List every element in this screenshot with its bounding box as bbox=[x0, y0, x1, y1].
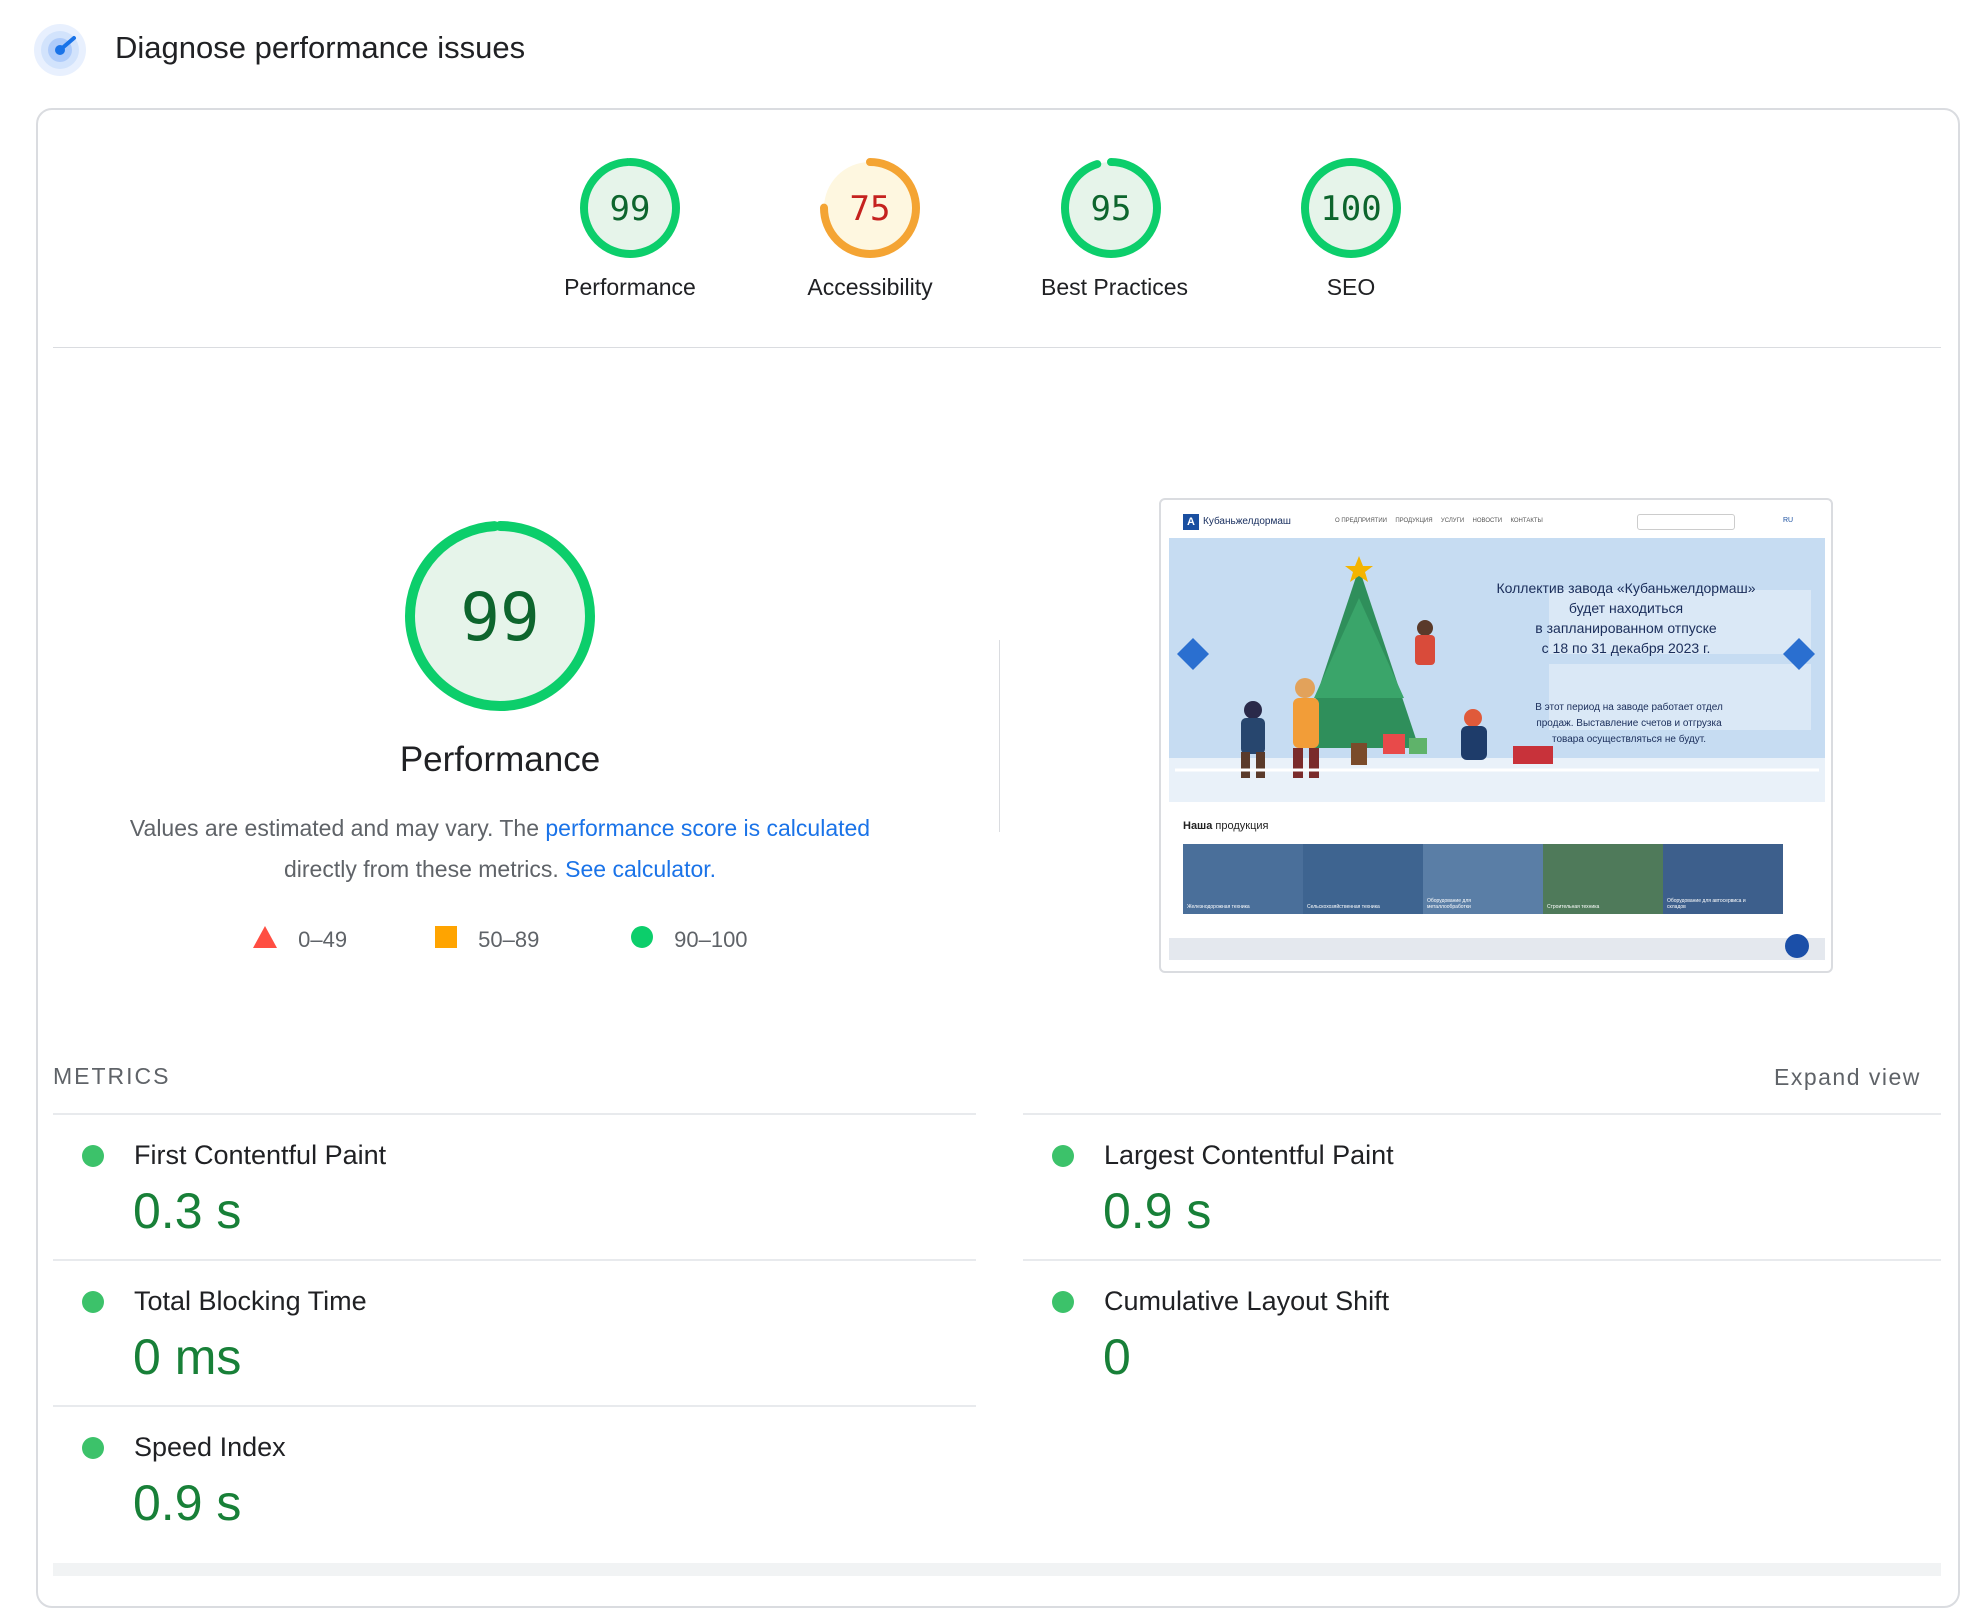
product-tile: Строительная техника bbox=[1543, 844, 1663, 914]
site-banner: Коллектив завода «Кубаньжелдормаш» будет… bbox=[1169, 538, 1825, 802]
products-strip: Железнодорожная техника Сельскохозяйстве… bbox=[1183, 844, 1783, 914]
score-gauge-accessibility[interactable]: 75 Accessibility bbox=[800, 156, 940, 301]
banner-sub-line: продаж. Выставление счетов и отгрузка bbox=[1536, 718, 1722, 729]
circle-icon bbox=[630, 925, 654, 955]
products-heading-rest: продукция bbox=[1212, 820, 1269, 832]
metric-divider bbox=[53, 1113, 976, 1115]
legend-fail: 0–49 bbox=[252, 925, 347, 955]
banner-line: будет находиться bbox=[1568, 600, 1684, 616]
description-text: Values are estimated and may vary. The bbox=[129, 815, 546, 841]
banner-subtext: В этот период на заводе работает отдел п… bbox=[1459, 700, 1799, 748]
banner-line: с 18 по 31 декабря 2023 г. bbox=[1541, 640, 1711, 656]
metric-label-tbt: Total Blocking Time bbox=[134, 1286, 367, 1316]
site-nav-item: О ПРЕДПРИЯТИИ bbox=[1335, 518, 1387, 524]
site-brand: Кубаньжелдормаш bbox=[1203, 516, 1291, 527]
product-tile: Оборудование для автосервиса и складов bbox=[1663, 844, 1783, 914]
score-gauge-seo[interactable]: 100 SEO bbox=[1281, 156, 1421, 301]
pass-circle-icon bbox=[82, 1437, 104, 1459]
products-heading: Наша продукция bbox=[1169, 818, 1825, 838]
banner-sub-line: В этот период на заводе работает отдел bbox=[1535, 702, 1723, 713]
thumbnail-footer bbox=[1169, 934, 1825, 960]
pass-circle-icon bbox=[82, 1145, 104, 1167]
metric-value-speed-index: 0.9 s bbox=[133, 1475, 242, 1531]
pass-circle-icon bbox=[82, 1291, 104, 1313]
see-calculator-link[interactable]: See calculator. bbox=[565, 856, 716, 882]
metric-label-speed-index: Speed Index bbox=[134, 1432, 286, 1462]
score-label: Best Practices bbox=[1041, 274, 1188, 300]
product-tile: Сельскохозяйственная техника bbox=[1303, 844, 1423, 914]
metric-label-lcp: Largest Contentful Paint bbox=[1104, 1140, 1394, 1170]
bottom-bar bbox=[53, 1563, 1941, 1576]
pass-circle-icon bbox=[1052, 1145, 1074, 1167]
score-value: 100 bbox=[1320, 189, 1381, 229]
expand-view-button[interactable]: Expand view bbox=[1774, 1064, 1921, 1091]
product-tile: Оборудование для металлообработки bbox=[1423, 844, 1543, 914]
legend-range: 0–49 bbox=[298, 927, 348, 952]
pass-circle-icon bbox=[1052, 1291, 1074, 1313]
performance-description: Values are estimated and may vary. The p… bbox=[90, 808, 910, 890]
triangle-icon bbox=[252, 925, 278, 955]
site-logo-icon: A bbox=[1183, 514, 1199, 530]
score-calculated-link[interactable]: performance score is calculated bbox=[545, 815, 870, 841]
score-label: Accessibility bbox=[807, 274, 933, 300]
vertical-separator bbox=[999, 640, 1000, 832]
site-lang: RU bbox=[1783, 517, 1794, 524]
page-title: Diagnose performance issues bbox=[115, 30, 526, 65]
performance-heading: Performance bbox=[399, 740, 601, 779]
site-nav-item: НОВОСТИ bbox=[1472, 518, 1503, 524]
site-nav-item: ПРОДУКЦИЯ bbox=[1395, 518, 1433, 524]
metric-value-cls: 0 bbox=[1103, 1329, 1131, 1385]
gauge-ring: 99 bbox=[580, 158, 680, 258]
site-nav-item: КОНТАКТЫ bbox=[1510, 518, 1543, 524]
score-value: 75 bbox=[850, 189, 891, 229]
gauge-ring: 100 bbox=[1301, 158, 1401, 258]
performance-gauge-large: 99 bbox=[400, 516, 600, 716]
banner-sub-line: товара осуществляться не будут. bbox=[1552, 734, 1706, 745]
metric-value-fcp: 0.3 s bbox=[133, 1183, 242, 1239]
score-gauge-best-practices[interactable]: 95 Best Practices bbox=[1041, 156, 1188, 301]
site-nav-item: УСЛУГИ bbox=[1440, 518, 1465, 524]
page-screenshot-thumbnail[interactable]: A Кубаньжелдормаш О ПРЕДПРИЯТИИ ПРОДУКЦИ… bbox=[1159, 498, 1833, 973]
product-tile: Железнодорожная техника bbox=[1183, 844, 1303, 914]
metric-divider bbox=[53, 1259, 976, 1261]
metric-label-fcp: First Contentful Paint bbox=[134, 1140, 387, 1170]
metric-divider bbox=[1023, 1259, 1941, 1261]
site-nav: О ПРЕДПРИЯТИИ ПРОДУКЦИЯ УСЛУГИ НОВОСТИ К… bbox=[1335, 518, 1543, 524]
square-icon bbox=[434, 925, 458, 955]
gauge-ring: 75 bbox=[820, 158, 920, 258]
chat-bubble-icon bbox=[1785, 934, 1809, 958]
metric-divider bbox=[53, 1405, 976, 1407]
site-header: A Кубаньжелдормаш О ПРЕДПРИЯТИИ ПРОДУКЦИ… bbox=[1169, 506, 1825, 538]
site-search-input bbox=[1637, 514, 1735, 530]
legend-range: 90–100 bbox=[674, 927, 748, 952]
legend-pass: 90–100 bbox=[630, 925, 748, 955]
banner-line: в запланированном отпуске bbox=[1535, 620, 1717, 636]
metrics-title: METRICS bbox=[53, 1063, 171, 1089]
legend-range: 50–89 bbox=[478, 927, 540, 952]
gauge-ring: 95 bbox=[1061, 158, 1161, 258]
legend-average: 50–89 bbox=[434, 925, 539, 955]
performance-score: 99 bbox=[460, 579, 539, 656]
metric-label-cls: Cumulative Layout Shift bbox=[1104, 1286, 1390, 1316]
score-value: 99 bbox=[610, 189, 651, 229]
section-divider bbox=[53, 347, 1941, 348]
lighthouse-gauge-icon bbox=[34, 24, 86, 76]
metric-divider bbox=[1023, 1113, 1941, 1115]
description-text-2: directly from these metrics. bbox=[283, 856, 566, 882]
banner-line: Коллектив завода «Кубаньжелдормаш» bbox=[1496, 580, 1756, 596]
products-heading-bold: Наша bbox=[1183, 820, 1213, 832]
metric-value-lcp: 0.9 s bbox=[1103, 1183, 1212, 1239]
score-gauge-performance[interactable]: 99 Performance bbox=[560, 156, 700, 301]
metric-value-tbt: 0 ms bbox=[133, 1329, 242, 1385]
score-value: 95 bbox=[1091, 189, 1132, 229]
score-label: SEO bbox=[1326, 274, 1376, 300]
banner-headline: Коллектив завода «Кубаньжелдормаш» будет… bbox=[1431, 578, 1821, 658]
score-label: Performance bbox=[564, 274, 696, 300]
